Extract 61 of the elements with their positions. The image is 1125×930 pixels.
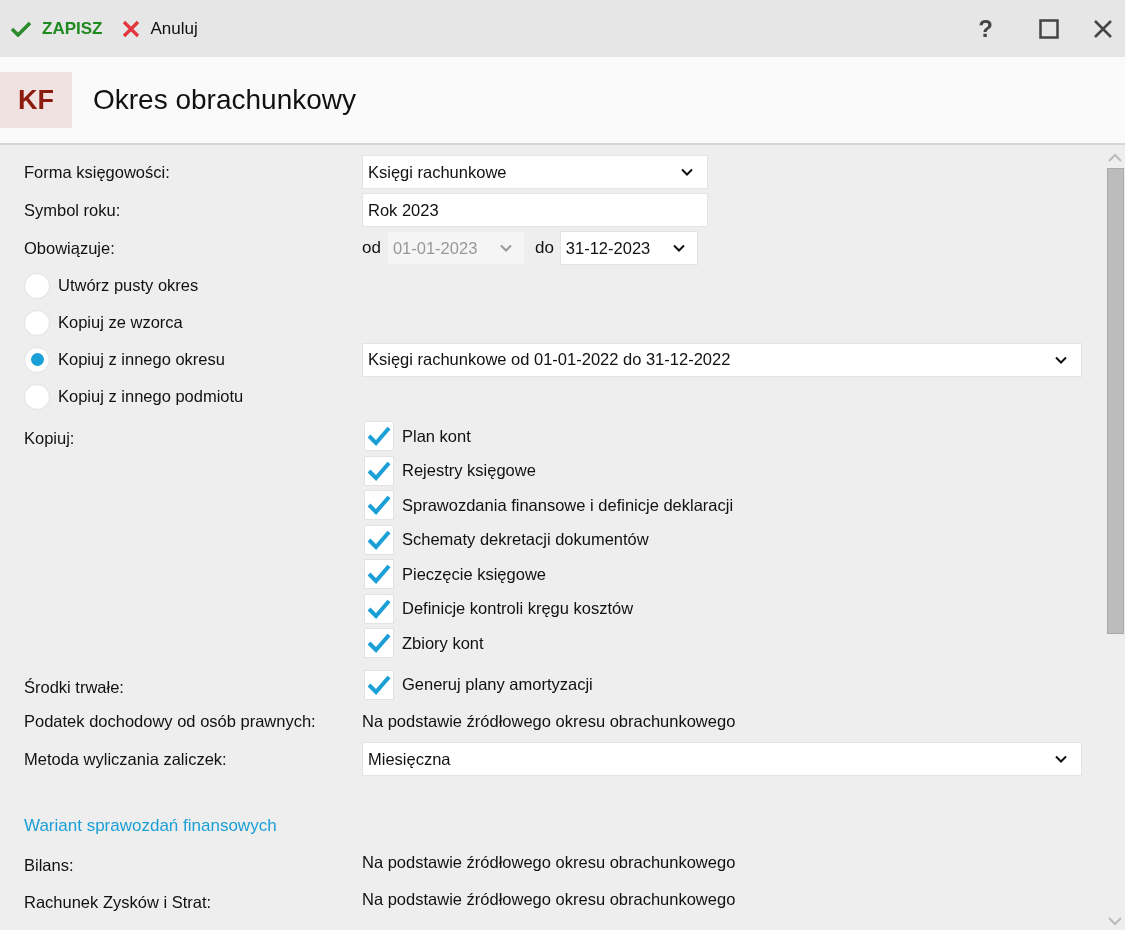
dropdown-field[interactable]: Miesięczna xyxy=(362,742,1082,776)
help-button[interactable]: ? xyxy=(978,14,993,43)
close-icon[interactable] xyxy=(1093,18,1113,39)
close-icon xyxy=(122,19,141,38)
field-label: Obowiązuje: xyxy=(24,238,116,258)
checkbox-label: Pieczęcie księgowe xyxy=(402,564,546,584)
checkbox[interactable] xyxy=(364,455,394,486)
chevron-up-icon[interactable] xyxy=(1108,153,1122,162)
field-label: Podatek dochodowy od osób prawnych: xyxy=(24,711,317,731)
field-label: Środki trwałe: xyxy=(24,676,125,697)
checkbox[interactable] xyxy=(364,628,394,659)
dropdown-field[interactable]: Księgi rachunkowe od 01-01-2022 do 31-12-2022 xyxy=(362,342,1082,377)
chevron-down-icon xyxy=(1055,355,1067,364)
checkbox-label: Rejestry księgowe xyxy=(402,461,536,481)
field-label: Rachunek Zysków i Strat: xyxy=(24,892,213,912)
date-field[interactable]: 31-12-2023 xyxy=(559,231,698,265)
radio-label: Kopiuj z innego podmiotu xyxy=(58,387,244,406)
radio-label: Kopiuj ze wzorca xyxy=(58,313,183,332)
window-title: Okres obrachunkowy xyxy=(93,84,356,116)
checkbox[interactable] xyxy=(364,421,394,452)
checkbox-label: Sprawozdania finansowe i definicje deklaracji xyxy=(402,495,734,515)
scrollbar-thumb[interactable] xyxy=(1107,168,1124,634)
checkbox[interactable] xyxy=(364,593,394,624)
chevron-down-icon[interactable] xyxy=(1108,917,1122,926)
radio-label: Kopiuj z innego okresu xyxy=(58,350,225,369)
checkbox-label: Definicje kontroli kręgu kosztów xyxy=(402,599,634,619)
field-label: Metoda wyliczania zaliczek: xyxy=(24,749,228,769)
checkbox[interactable] xyxy=(364,490,394,521)
chevron-down-icon xyxy=(672,244,685,252)
chevron-down-icon xyxy=(499,244,512,252)
from-label: od xyxy=(362,238,381,258)
section-title: Wariant sprawozdań finansowych xyxy=(24,815,278,837)
module-badge: KF xyxy=(0,72,72,128)
checkbox[interactable] xyxy=(364,669,394,700)
field-label: Kopiuj: xyxy=(24,428,76,448)
radio-button[interactable] xyxy=(24,346,50,373)
maximize-icon[interactable] xyxy=(1039,18,1059,39)
field-value: Na podstawie źródłowego okresu obrachunkowego xyxy=(362,711,736,731)
radio-button[interactable] xyxy=(24,309,50,336)
chevron-down-icon xyxy=(681,168,693,176)
cancel-button[interactable]: Anuluj xyxy=(122,18,198,39)
radio-label: Utwórz pusty okres xyxy=(58,276,199,295)
chevron-down-icon xyxy=(1055,755,1067,763)
checkmark-icon xyxy=(10,20,32,37)
field-label: Forma księgowości: xyxy=(24,162,171,182)
save-button[interactable]: ZAPISZ xyxy=(10,18,103,39)
to-label: do xyxy=(534,238,554,258)
dropdown-field[interactable]: Księgi rachunkowe xyxy=(362,155,708,189)
field-label: Bilans: xyxy=(24,855,75,875)
input-field[interactable]: Rok 2023 xyxy=(362,193,708,227)
radio-button[interactable] xyxy=(24,272,50,299)
radio-button[interactable] xyxy=(24,383,50,410)
field-value: Na podstawie źródłowego okresu obrachunkowego xyxy=(362,853,736,872)
checkbox-label: Plan kont xyxy=(402,426,471,446)
checkbox-label: Schematy dekretacji dokumentów xyxy=(402,530,649,550)
checkbox-label: Zbiory kont xyxy=(402,633,484,653)
checkbox[interactable] xyxy=(364,559,394,590)
checkbox-label: Generuj plany amortyzacji xyxy=(402,675,593,695)
field-value: Na podstawie źródłowego okresu obrachunkowego xyxy=(362,890,736,909)
field-label: Symbol roku: xyxy=(24,200,122,220)
checkbox[interactable] xyxy=(364,524,394,555)
